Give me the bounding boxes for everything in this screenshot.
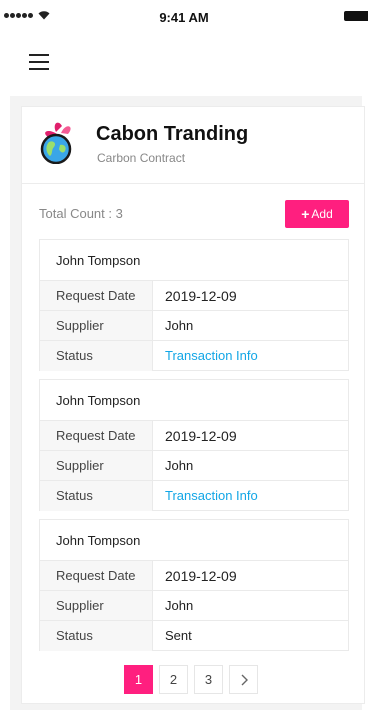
- record-name: John Tompson: [40, 380, 348, 421]
- request-date-label: Request Date: [40, 421, 153, 450]
- supplier-label: Supplier: [40, 591, 153, 620]
- supplier-row: Supplier John: [40, 451, 348, 481]
- page-button-1[interactable]: 1: [124, 665, 153, 694]
- page-button-2[interactable]: 2: [159, 665, 188, 694]
- page-button-3[interactable]: 3: [194, 665, 223, 694]
- plus-icon: +: [301, 206, 310, 222]
- request-date-row: Request Date 2019-12-09: [40, 421, 348, 451]
- supplier-value: John: [165, 318, 194, 333]
- chevron-right-icon: [241, 674, 248, 685]
- record-card[interactable]: John Tompson Request Date 2019-12-09 Sup…: [39, 239, 349, 371]
- transaction-info-link[interactable]: Transaction Info: [153, 341, 348, 371]
- supplier-label: Supplier: [40, 451, 153, 480]
- next-page-button[interactable]: [229, 665, 258, 694]
- record-card[interactable]: John Tompson Request Date 2019-12-09 Sup…: [39, 379, 349, 511]
- globe-leaf-logo-icon: [40, 122, 72, 164]
- total-count: Total Count : 3: [39, 206, 123, 221]
- request-date-value: 2019-12-09: [165, 568, 237, 584]
- menu-button[interactable]: [29, 54, 49, 70]
- menu-icon: [29, 54, 49, 56]
- request-date-row: Request Date 2019-12-09: [40, 561, 348, 591]
- status-label: Status: [40, 341, 153, 371]
- status-bar: 9:41 AM: [0, 0, 368, 34]
- record-name: John Tompson: [40, 240, 348, 281]
- request-date-label: Request Date: [40, 281, 153, 310]
- status-row: Status Transaction Info: [40, 341, 348, 371]
- status-label: Status: [40, 481, 153, 511]
- request-date-value: 2019-12-09: [165, 288, 237, 304]
- pagination: 1 2 3: [124, 665, 258, 694]
- supplier-label: Supplier: [40, 311, 153, 340]
- record-card[interactable]: John Tompson Request Date 2019-12-09 Sup…: [39, 519, 349, 651]
- status-row: Status Sent: [40, 621, 348, 651]
- supplier-row: Supplier John: [40, 311, 348, 341]
- header-divider: [21, 183, 365, 184]
- request-date-row: Request Date 2019-12-09: [40, 281, 348, 311]
- battery-icon: [344, 11, 368, 21]
- status-value: Sent: [165, 628, 192, 643]
- request-date-value: 2019-12-09: [165, 428, 237, 444]
- status-label: Status: [40, 621, 153, 651]
- add-button-label: Add: [311, 207, 333, 221]
- supplier-value: John: [165, 598, 194, 613]
- brand-title: Cabon Tranding: [96, 123, 249, 145]
- brand-subtitle: Carbon Contract: [97, 151, 186, 165]
- status-row: Status Transaction Info: [40, 481, 348, 511]
- status-time: 9:41 AM: [159, 10, 209, 25]
- transaction-info-link[interactable]: Transaction Info: [153, 481, 348, 511]
- request-date-label: Request Date: [40, 561, 153, 590]
- record-name: John Tompson: [40, 520, 348, 561]
- supplier-row: Supplier John: [40, 591, 348, 621]
- add-button[interactable]: + Add: [285, 200, 349, 228]
- supplier-value: John: [165, 458, 194, 473]
